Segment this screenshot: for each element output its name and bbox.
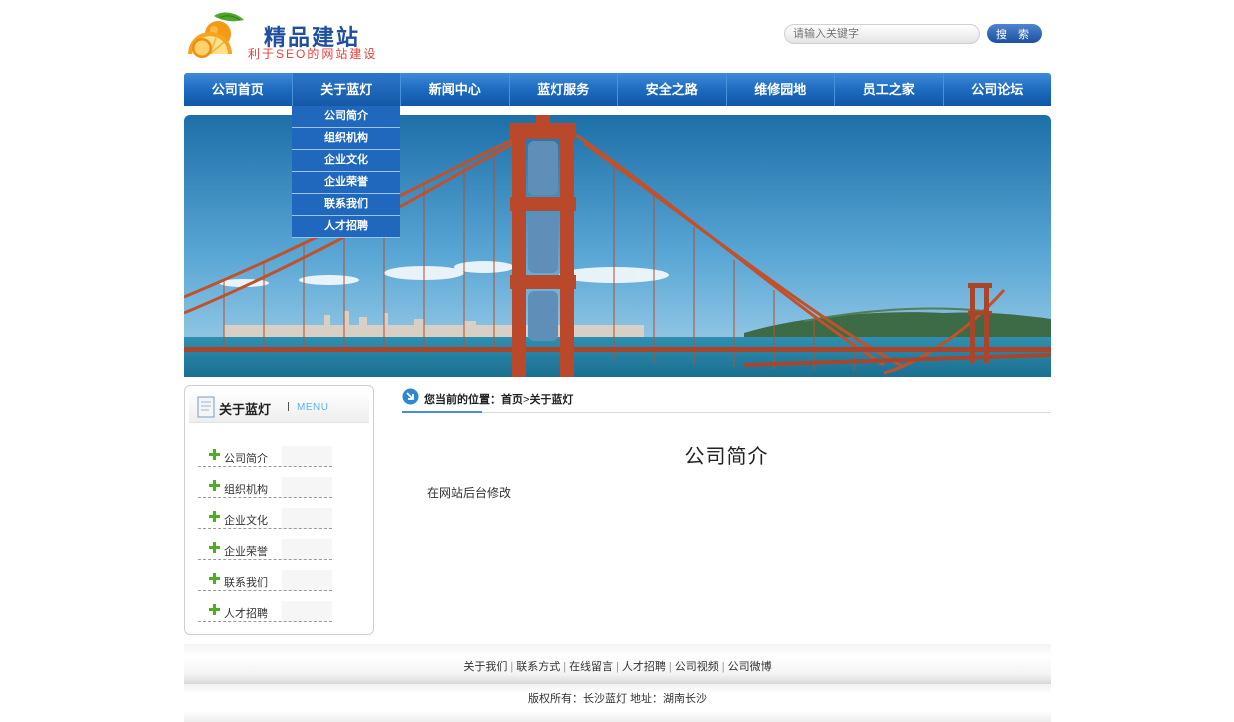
- nav-item-safety[interactable]: 安全之路: [618, 73, 727, 106]
- plus-icon: [209, 480, 220, 491]
- nav-item-home[interactable]: 公司首页: [184, 73, 293, 106]
- plus-icon: [209, 511, 220, 522]
- sidebar-title: 关于蓝灯: [219, 402, 272, 417]
- breadcrumb-home-link[interactable]: 首页: [501, 394, 523, 406]
- plus-icon: [209, 449, 220, 460]
- dropdown-item-careers[interactable]: 人才招聘: [292, 216, 400, 238]
- sidebar-item-organization[interactable]: 组织机构: [198, 475, 332, 506]
- footer-divider: |: [721, 661, 725, 673]
- copyright-text: 版权所有：长沙蓝灯 地址：湖南长沙: [527, 693, 708, 705]
- dropdown-item-culture[interactable]: 企业文化: [292, 150, 400, 172]
- search-input[interactable]: [784, 24, 980, 44]
- footer-link-video[interactable]: 公司视频: [675, 661, 719, 673]
- footer-copyright-bar: 版权所有：长沙蓝灯 地址：湖南长沙: [184, 684, 1051, 722]
- footer-links: 关于我们 | 联系方式 | 在线留言 | 人才招聘 | 公司视频 | 公司微博: [184, 658, 1051, 674]
- breadcrumb: 您当前的位置：首页>关于蓝灯: [402, 388, 1051, 413]
- plus-icon: [209, 573, 220, 584]
- plus-icon: [209, 542, 220, 553]
- plus-icon: [209, 604, 220, 615]
- dropdown-item-profile[interactable]: 公司简介: [292, 106, 400, 128]
- footer-link-contact[interactable]: 联系方式: [516, 661, 560, 673]
- nav-item-repair[interactable]: 维修园地: [727, 73, 835, 106]
- arrow-circle-icon: [402, 388, 419, 405]
- footer-divider: |: [668, 661, 672, 673]
- about-dropdown-menu: 公司简介 组织机构 企业文化 企业荣誉 联系我们 人才招聘: [292, 106, 400, 238]
- site-logo[interactable]: 精品建站 利于SEO的网站建设: [184, 8, 394, 64]
- sidebar-item-careers[interactable]: 人才招聘: [198, 599, 332, 630]
- logo-subtitle: 利于SEO的网站建设: [248, 47, 378, 61]
- search-button[interactable]: 搜 索: [987, 24, 1042, 43]
- sidebar-item-label: 企业文化: [224, 515, 268, 527]
- nav-item-services[interactable]: 蓝灯服务: [510, 73, 618, 106]
- breadcrumb-text: 您当前的位置：首页>关于蓝灯: [424, 391, 573, 407]
- nav-item-staff[interactable]: 员工之家: [835, 73, 944, 106]
- sidebar-item-honors[interactable]: 企业荣誉: [198, 537, 332, 568]
- footer-divider: |: [563, 661, 567, 673]
- dropdown-item-honors[interactable]: 企业荣誉: [292, 172, 400, 194]
- footer-divider: |: [616, 661, 619, 673]
- dropdown-item-contact[interactable]: 联系我们: [292, 194, 400, 216]
- sidebar-item-label: 组织机构: [224, 484, 268, 496]
- nav-item-news[interactable]: 新闻中心: [401, 73, 510, 106]
- sidebar-title-divider: [288, 402, 289, 411]
- footer-link-message[interactable]: 在线留言: [569, 661, 613, 673]
- dropdown-item-organization[interactable]: 组织机构: [292, 128, 400, 150]
- main-nav: 公司首页 关于蓝灯 新闻中心 蓝灯服务 安全之路 维修园地 员工之家 公司论坛: [184, 73, 1051, 106]
- sidebar-subtitle: MENU: [297, 402, 329, 413]
- sidebar-item-label: 公司简介: [224, 453, 268, 465]
- page-body-text: 在网站后台修改: [427, 486, 512, 500]
- sidebar-item-contact[interactable]: 联系我们: [198, 568, 332, 599]
- sidebar-item-profile[interactable]: 公司简介: [198, 444, 332, 475]
- page-wrapper: 精品建站 利于SEO的网站建设 搜 索 公司首页 关于蓝灯 新闻中心 蓝灯服务 …: [184, 0, 1051, 722]
- footer-link-weibo[interactable]: 公司微博: [728, 661, 772, 673]
- sidebar: 关于蓝灯 MENU 公司简介 组织机构 企业文化 企业荣誉 联系我们 人才招聘: [184, 385, 374, 635]
- footer-links-bar: 关于我们 | 联系方式 | 在线留言 | 人才招聘 | 公司视频 | 公司微博: [184, 644, 1051, 684]
- sidebar-item-culture[interactable]: 企业文化: [198, 506, 332, 537]
- nav-item-about[interactable]: 关于蓝灯: [292, 73, 401, 106]
- document-icon: [197, 396, 215, 418]
- breadcrumb-prefix: 您当前的位置：: [424, 394, 501, 406]
- sidebar-menu: 公司简介 组织机构 企业文化 企业荣誉 联系我们 人才招聘: [198, 444, 332, 630]
- breadcrumb-current[interactable]: 关于蓝灯: [529, 394, 573, 406]
- nav-item-forum[interactable]: 公司论坛: [944, 73, 1052, 106]
- footer-link-careers[interactable]: 人才招聘: [622, 661, 666, 673]
- sidebar-item-label: 企业荣誉: [224, 546, 268, 558]
- sidebar-item-label: 联系我们: [224, 577, 268, 589]
- footer-divider: |: [510, 661, 514, 673]
- sidebar-item-label: 人才招聘: [224, 608, 268, 620]
- footer-link-about[interactable]: 关于我们: [463, 661, 507, 673]
- sidebar-header: 关于蓝灯 MENU: [189, 390, 369, 423]
- breadcrumb-underline: [402, 411, 482, 413]
- page-title: 公司简介: [684, 446, 769, 468]
- orange-fruit-icon: [188, 12, 244, 58]
